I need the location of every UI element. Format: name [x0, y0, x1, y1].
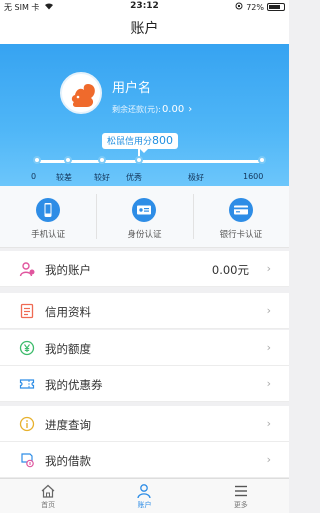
score-node — [33, 156, 41, 164]
yuan-icon — [19, 340, 35, 356]
scale-label: 0 — [31, 172, 37, 181]
status-bar: 无 SIM 卡 23:12 72% — [0, 0, 289, 14]
menu-item-label: 我的借款 — [45, 454, 91, 468]
home-icon — [40, 483, 56, 499]
menu-item-coupons[interactable]: 我的优惠券 › — [0, 366, 289, 402]
person-icon — [136, 483, 152, 499]
balance-link[interactable]: 剩余还款(元): 0.00 › — [112, 104, 192, 115]
menu-item-label: 我的优惠券 — [45, 378, 103, 392]
balance-value: 0.00 — [161, 104, 185, 115]
menu-item-account[interactable]: 我的账户 0.00元 › — [0, 251, 289, 287]
scale-label: 较差 — [56, 173, 72, 182]
loan-icon — [19, 452, 35, 468]
id-card-icon — [132, 198, 157, 222]
score-node — [64, 156, 72, 164]
score-node — [98, 156, 106, 164]
chevron-right-icon: › — [266, 453, 271, 466]
id-verification[interactable]: 身份认证 — [96, 186, 192, 247]
tab-more[interactable]: 更多 — [193, 479, 289, 513]
account-header: 用户名 剩余还款(元): 0.00 › 松鼠信用分800 0 较差 较好 优秀 … — [0, 44, 289, 186]
score-node — [135, 156, 143, 164]
avatar[interactable] — [60, 72, 102, 114]
scale-label: 较好 — [94, 173, 110, 182]
status-right: 72% — [235, 2, 285, 12]
scale-label: 极好 — [188, 173, 204, 182]
chevron-right-icon: › — [188, 104, 193, 115]
menu-item-loans[interactable]: 我的借款 › — [0, 442, 289, 478]
menu-item-label: 我的额度 — [45, 342, 91, 356]
page-title: 账户 — [130, 21, 159, 37]
account-balance: 0.00元 — [211, 263, 249, 277]
credit-score-value: 800 — [152, 134, 174, 147]
menu-item-progress[interactable]: 进度查询 › — [0, 406, 289, 442]
tab-account[interactable]: 账户 — [96, 479, 192, 513]
menu-item-quota[interactable]: 我的额度 › — [0, 330, 289, 366]
username[interactable]: 用户名 — [112, 77, 151, 96]
menu-item-label: 信用资料 — [45, 305, 91, 319]
bank-card-verification[interactable]: 银行卡认证 — [192, 186, 289, 247]
menu-item-label: 我的账户 — [45, 263, 91, 277]
user-icon — [19, 261, 35, 277]
scale-label: 优秀 — [126, 173, 142, 182]
bank-card-icon — [228, 198, 253, 222]
menu-item-credit-info[interactable]: 信用资料 › — [0, 293, 289, 329]
tab-label: 首页 — [41, 501, 56, 509]
tab-bar: 首页 账户 更多 — [0, 478, 289, 513]
phone-icon — [36, 198, 61, 222]
squirrel-logo-icon — [63, 75, 100, 112]
bank-card-verification-label: 银行卡认证 — [219, 230, 263, 240]
menu-icon — [233, 483, 249, 499]
lock-rotation-icon — [235, 2, 243, 12]
score-node — [258, 156, 266, 164]
balance-label: 剩余还款(元): — [112, 105, 161, 114]
chevron-right-icon: › — [266, 304, 271, 317]
chevron-right-icon: › — [266, 377, 271, 390]
menu-item-label: 进度查询 — [45, 418, 91, 432]
info-icon — [19, 416, 35, 432]
battery-percent: 72% — [246, 2, 264, 12]
credit-score-bubble: 松鼠信用分800 — [102, 133, 179, 153]
chevron-right-icon: › — [266, 262, 271, 275]
tab-label: 账户 — [137, 501, 152, 509]
phone-verification[interactable]: 手机认证 — [0, 186, 96, 247]
id-verification-label: 身份认证 — [127, 230, 162, 240]
phone-verification-label: 手机认证 — [31, 230, 66, 240]
scale-label: 1600 — [243, 172, 264, 181]
document-icon — [19, 303, 35, 319]
chevron-right-icon: › — [266, 417, 271, 430]
chevron-right-icon: › — [266, 341, 271, 354]
battery-icon — [267, 3, 285, 11]
tab-home[interactable]: 首页 — [0, 479, 96, 513]
credit-score-title: 松鼠信用分 — [107, 137, 153, 147]
tab-label: 更多 — [233, 501, 248, 509]
coupon-icon — [19, 376, 35, 392]
verification-bar: 手机认证 身份认证 银行卡认证 — [0, 186, 289, 248]
nav-bar: 账户 — [0, 14, 289, 44]
